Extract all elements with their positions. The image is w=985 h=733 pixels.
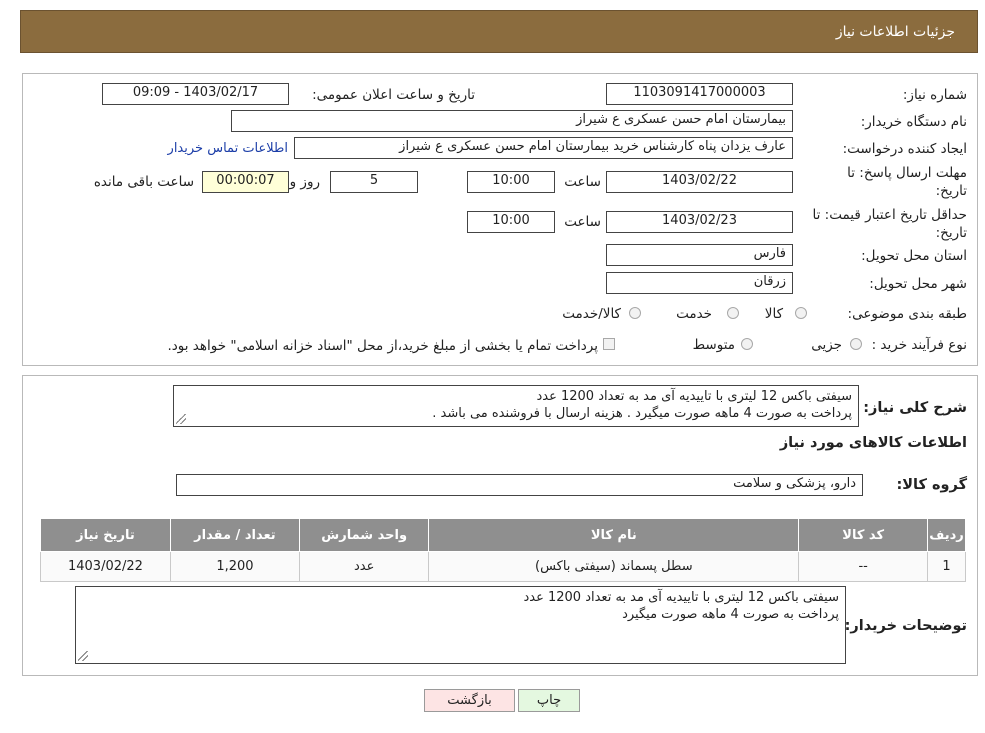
process-radio-medium[interactable] xyxy=(741,338,753,350)
cell-row-number: 1 xyxy=(927,551,966,582)
category-radio-service[interactable] xyxy=(727,307,739,319)
deadline-label: مهلت ارسال پاسخ: تا تاریخ: xyxy=(847,165,967,199)
cell-goods-code: -- xyxy=(798,551,929,582)
process-option-medium: متوسط xyxy=(692,337,735,353)
deadline-date-field: 1403/02/22 xyxy=(606,171,793,193)
remaining-label: ساعت باقی مانده xyxy=(93,174,194,190)
goods-group-field: دارو، پزشکی و سلامت xyxy=(176,474,863,496)
goods-table: ردیف کد کالا نام کالا واحد شمارش تعداد /… xyxy=(40,518,966,582)
table-row: 1 -- سطل پسماند (سیفتی باکس) عدد 1,200 1… xyxy=(40,551,966,582)
buyer-notes-textarea[interactable]: سیفتی باکس 12 لیتری با تاییدیه آی مد به … xyxy=(75,586,846,664)
col-goods-code: کد کالا xyxy=(798,518,929,552)
validity-time-field: 10:00 xyxy=(467,211,555,233)
description-textarea[interactable]: سیفتی باکس 12 لیتری با تاییدیه آی مد به … xyxy=(173,385,859,427)
validity-date-field: 1403/02/23 xyxy=(606,211,793,233)
city-label: شهر محل تحویل: xyxy=(869,276,967,292)
buyer-org-field: بیمارستان امام حسن عسکری ع شیراز xyxy=(231,110,793,132)
announce-field: 1403/02/17 - 09:09 xyxy=(102,83,289,105)
buyer-notes-label: توضیحات خریدار: xyxy=(844,618,967,634)
buyer-notes-line-2: پرداخت به صورت 4 ماهه صورت میگیرد xyxy=(622,607,839,622)
cell-unit: عدد xyxy=(298,551,430,582)
category-radio-goods-service[interactable] xyxy=(629,307,641,319)
category-radio-goods[interactable] xyxy=(795,307,807,319)
category-option-service: خدمت xyxy=(676,306,712,322)
goods-group-label: گروه کالا: xyxy=(896,477,967,493)
page-title: جزئیات اطلاعات نیاز xyxy=(835,24,955,40)
need-number-field: 1103091417000003 xyxy=(606,83,793,105)
col-row-number: ردیف xyxy=(927,518,966,552)
col-goods-name: نام کالا xyxy=(428,518,800,552)
description-label: شرح کلی نیاز: xyxy=(863,400,967,416)
print-button[interactable]: چاپ xyxy=(518,689,580,712)
deadline-time-label: ساعت xyxy=(564,174,601,190)
col-unit: واحد شمارش xyxy=(298,518,430,552)
validity-label: حداقل تاریخ اعتبار قیمت: تا تاریخ: xyxy=(812,207,967,241)
days-field: 5 xyxy=(330,171,418,193)
creator-label: ایجاد کننده درخواست: xyxy=(842,141,967,157)
announce-label: تاریخ و ساعت اعلان عمومی: xyxy=(312,87,475,103)
description-line-2: پرداخت به صورت 4 ماهه صورت میگیرد . هزین… xyxy=(432,406,852,421)
days-label: روز و xyxy=(289,174,320,190)
cell-quantity: 1,200 xyxy=(169,551,300,582)
process-note: پرداخت تمام یا بخشی از مبلغ خرید،از محل … xyxy=(167,338,598,354)
buyer-org-label: نام دستگاه خریدار: xyxy=(860,114,967,130)
back-button[interactable]: بازگشت xyxy=(424,689,515,712)
category-option-goods-service: کالا/خدمت xyxy=(562,306,621,322)
creator-field: عارف یزدان پناه کارشناس خرید بیمارستان ا… xyxy=(294,137,793,159)
validity-time-label: ساعت xyxy=(564,214,601,230)
goods-section-title: اطلاعات کالاهای مورد نیاز xyxy=(779,435,967,451)
province-field: فارس xyxy=(606,244,793,266)
deadline-time-field: 10:00 xyxy=(467,171,555,193)
treasury-checkbox[interactable] xyxy=(603,338,615,350)
city-field: زرقان xyxy=(606,272,793,294)
process-radio-minor[interactable] xyxy=(850,338,862,350)
cell-goods-name: سطل پسماند (سیفتی باکس) xyxy=(428,551,800,582)
table-header-row: ردیف کد کالا نام کالا واحد شمارش تعداد /… xyxy=(40,518,966,552)
resize-grip-icon[interactable] xyxy=(176,414,186,424)
need-number-label: شماره نیاز: xyxy=(902,87,967,103)
process-label: نوع فرآیند خرید : xyxy=(871,337,967,353)
category-option-goods: کالا xyxy=(764,306,783,322)
page-header xyxy=(20,10,978,53)
cell-need-date: 1403/02/22 xyxy=(40,551,171,582)
col-quantity: تعداد / مقدار xyxy=(169,518,300,552)
process-option-minor: جزیی xyxy=(811,337,842,353)
resize-grip-icon[interactable] xyxy=(78,651,88,661)
remaining-time-field: 00:00:07 xyxy=(202,171,289,193)
category-label: طبقه بندی موضوعی: xyxy=(847,306,967,322)
col-need-date: تاریخ نیاز xyxy=(40,518,171,552)
description-line-1: سیفتی باکس 12 لیتری با تاییدیه آی مد به … xyxy=(536,389,852,404)
contact-info-link[interactable]: اطلاعات تماس خریدار xyxy=(168,140,288,158)
province-label: استان محل تحویل: xyxy=(861,248,967,264)
buyer-notes-line-1: سیفتی باکس 12 لیتری با تاییدیه آی مد به … xyxy=(523,590,839,605)
